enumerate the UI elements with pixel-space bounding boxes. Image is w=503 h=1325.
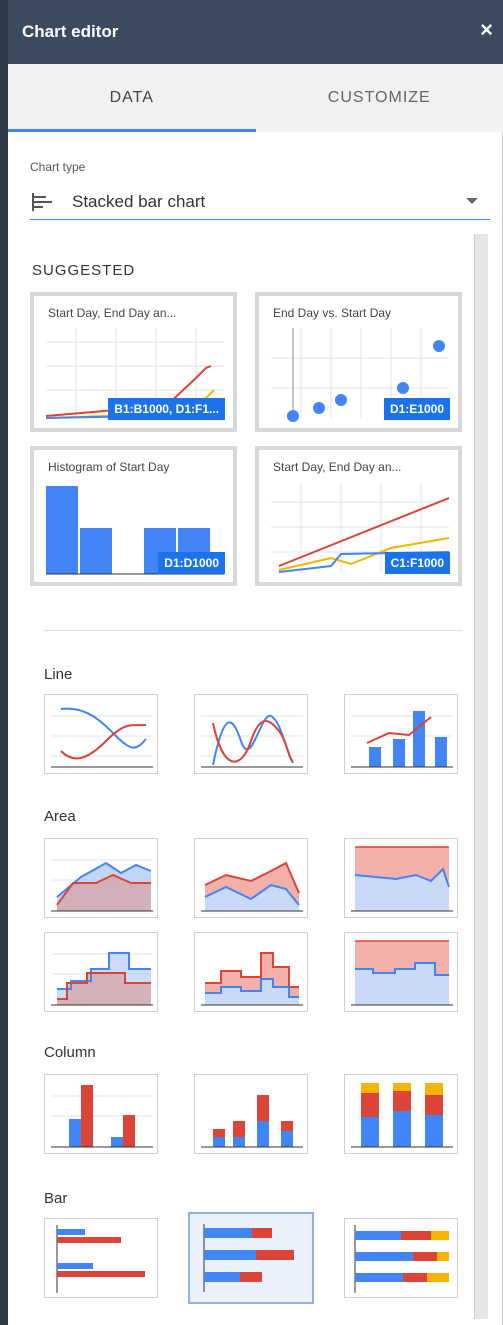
tab-bar: DATA CUSTOMIZE xyxy=(8,64,503,132)
scrollbar[interactable] xyxy=(474,234,488,1319)
stacked-bar-icon xyxy=(32,192,52,211)
suggested-chart-card[interactable]: Histogram of Start Day D1:D1000 xyxy=(30,446,237,586)
stacked-column-chart-icon xyxy=(201,1095,303,1148)
combo-chart-icon xyxy=(351,711,453,768)
suggested-chart-caption: Start Day, End Day an... xyxy=(273,460,402,474)
chart-option-stacked-stepped-area[interactable] xyxy=(194,932,308,1012)
category-heading-bar: Bar xyxy=(44,1190,68,1207)
tab-customize[interactable]: CUSTOMIZE xyxy=(256,64,503,132)
chart-option-100-stacked-stepped-area[interactable] xyxy=(344,932,458,1012)
stacked-stepped-area-chart-icon xyxy=(201,952,303,1006)
chart-option-stacked-bar[interactable] xyxy=(188,1212,314,1304)
chart-option-smooth-line[interactable] xyxy=(194,694,308,774)
chart-editor-panel: Chart editor × DATA CUSTOMIZE Chart type… xyxy=(0,0,503,1325)
chart-option-100-stacked-area[interactable] xyxy=(344,838,458,918)
chart-option-stacked-area[interactable] xyxy=(194,838,308,918)
chart-type-label: Chart type xyxy=(30,160,86,174)
percent-stacked-bar-chart-icon xyxy=(354,1225,449,1293)
suggested-chart-card[interactable]: End Day vs. Start Day D1:E1000 xyxy=(255,292,462,432)
range-badge: C1:F1000 xyxy=(384,552,450,574)
chart-type-dropdown[interactable]: Stacked bar chart xyxy=(30,184,490,220)
chart-option-stacked-column[interactable] xyxy=(194,1074,308,1154)
chart-option-bar[interactable] xyxy=(44,1218,158,1298)
category-heading-column: Column xyxy=(44,1044,96,1061)
chart-option-100-stacked-bar[interactable] xyxy=(344,1218,458,1298)
area-chart-icon xyxy=(51,859,153,912)
tab-data[interactable]: DATA xyxy=(8,64,256,132)
chevron-down-icon xyxy=(466,198,478,204)
chart-type-value: Stacked bar chart xyxy=(72,191,206,211)
chart-type-section: Chart type Stacked bar chart xyxy=(30,160,490,220)
percent-stacked-column-chart-icon xyxy=(351,1083,453,1148)
suggested-chart-caption: Histogram of Start Day xyxy=(48,460,170,474)
divider xyxy=(44,630,462,631)
chart-option-column[interactable] xyxy=(44,1074,158,1154)
range-badge: D1:E1000 xyxy=(383,398,450,420)
category-heading-area: Area xyxy=(44,808,76,825)
range-badge: D1:D1000 xyxy=(158,552,225,574)
bar-chart-icon xyxy=(56,1225,145,1293)
chart-option-stepped-area[interactable] xyxy=(44,932,158,1012)
suggested-chart-caption: Start Day, End Day an... xyxy=(48,306,177,320)
chart-option-area[interactable] xyxy=(44,838,158,918)
percent-stacked-area-chart-icon xyxy=(351,846,453,912)
smooth-line-chart-icon xyxy=(201,714,303,768)
title-bar: Chart editor × xyxy=(8,0,503,64)
range-badge: B1:B1000, D1:F1... xyxy=(108,398,225,420)
category-heading-line: Line xyxy=(44,666,73,683)
suggested-chart-card[interactable]: Start Day, End Day an... B1:B1000, D1:F1… xyxy=(30,292,237,432)
chart-option-100-stacked-column[interactable] xyxy=(344,1074,458,1154)
stepped-area-chart-icon xyxy=(51,952,153,1006)
stacked-bar-chart-icon xyxy=(203,1224,294,1292)
close-icon[interactable]: × xyxy=(480,18,493,42)
percent-stacked-stepped-area-chart-icon xyxy=(351,940,453,1006)
stacked-area-chart-icon xyxy=(201,861,303,912)
chart-option-line[interactable] xyxy=(44,694,158,774)
column-chart-icon xyxy=(51,1085,153,1148)
suggested-chart-caption: End Day vs. Start Day xyxy=(273,306,392,320)
chart-option-combo[interactable] xyxy=(344,694,458,774)
suggested-heading: SUGGESTED xyxy=(32,262,136,279)
panel-title: Chart editor xyxy=(22,22,119,41)
line-chart-icon xyxy=(51,707,153,768)
suggested-chart-card[interactable]: Start Day, End Day an... C1:F1000 xyxy=(255,446,462,586)
